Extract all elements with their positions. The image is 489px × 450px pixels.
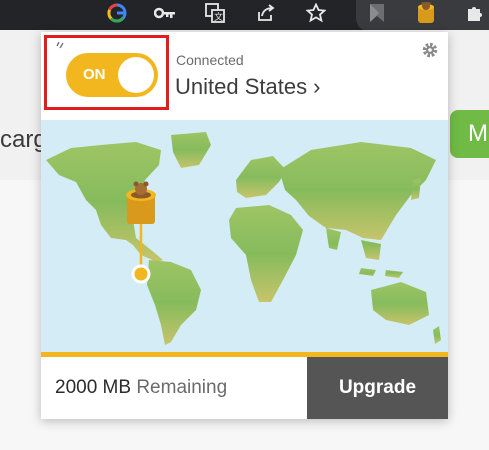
europe [236,156,286,198]
data-remaining: 2000 MB Remaining [55,357,227,419]
bookmark-icon[interactable] [364,0,390,26]
popup-footer: 2000 MB Remaining Upgrade [41,357,448,419]
country-selector[interactable]: United States › [175,74,320,100]
browser-toolbar: 文 [0,0,489,32]
chevron-right-icon: › [313,74,321,99]
highlight-box [44,35,169,110]
location-marker [131,264,151,284]
background-text: carg [0,126,47,153]
tunnelbear-extension-icon[interactable] [411,0,441,26]
key-icon[interactable] [152,0,178,26]
star-icon[interactable] [303,0,329,26]
connection-status: Connected [176,52,244,68]
country-name: United States [175,74,308,99]
svg-text:文: 文 [214,11,223,23]
greenland [171,132,211,168]
translate-icon[interactable]: 文 [202,0,228,26]
vpn-popup: ON Connected United States › 2000 MB Rem… [41,32,448,419]
data-amount: 2000 MB [55,377,132,398]
south-america [147,260,201,345]
data-remaining-label: Remaining [136,377,228,398]
upgrade-button[interactable]: Upgrade [307,357,448,419]
world-map [41,120,448,352]
background-button[interactable]: M [450,110,489,158]
puzzle-icon[interactable] [462,0,488,26]
google-icon[interactable] [104,0,130,26]
gear-icon[interactable] [419,39,441,61]
africa [229,205,303,302]
australia [371,282,429,325]
share-icon[interactable] [253,0,279,26]
popup-header: ON Connected United States › [41,32,448,120]
